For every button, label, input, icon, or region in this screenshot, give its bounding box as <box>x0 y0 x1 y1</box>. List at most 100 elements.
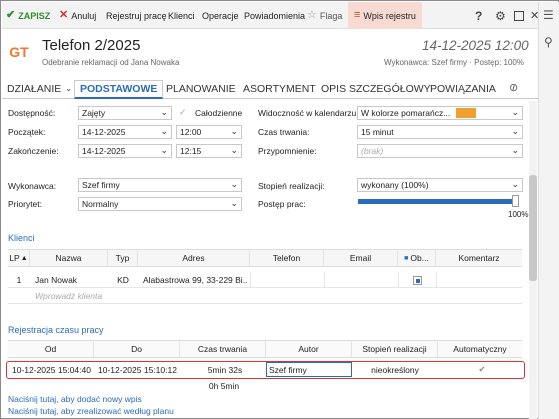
window-close-icon[interactable]: ✕ <box>530 2 539 29</box>
help-button[interactable]: ? <box>475 2 482 29</box>
client-input[interactable]: Wprowadź klienta <box>35 288 115 304</box>
reminder-label: Przypomnienie: <box>258 146 317 156</box>
pin-icon[interactable]: ⚲ <box>544 35 553 49</box>
progress-handle[interactable] <box>512 195 519 207</box>
chevron-down-icon: ⌄ <box>230 198 238 208</box>
priority-label: Priorytet: <box>8 199 43 209</box>
sort-up-icon: ▲ <box>20 254 28 262</box>
level-label: Stopień realizacji: <box>258 181 325 191</box>
start-label: Początek: <box>8 127 46 137</box>
end-time-select[interactable]: 12:15 ⌄ <box>176 144 242 158</box>
col-to[interactable]: Do <box>94 341 180 357</box>
operations-button[interactable]: Operacje <box>202 2 239 29</box>
page-title: Telefon 2/2025 <box>42 37 141 54</box>
col-lp[interactable]: LP ▲ <box>8 250 30 266</box>
tab-podstawowe[interactable]: PODSTAWOWE <box>74 80 164 99</box>
cell-name: Jan Nowak <box>35 275 78 285</box>
progress-fill <box>358 199 518 204</box>
chevron-down-icon: ⌄ <box>160 107 168 117</box>
reminder-select[interactable]: (brak) ⌄ <box>357 144 523 158</box>
progress-track[interactable] <box>358 199 518 204</box>
register-entry-button[interactable]: ≡ Wpis rejestru <box>348 2 422 29</box>
chevron-down-icon: ⌄ <box>160 145 168 155</box>
flag-button[interactable]: ☆ Flaga <box>307 2 342 29</box>
notifications-button[interactable]: Powiadomienia <box>244 2 305 29</box>
notes-icon[interactable]: ☰ <box>543 8 554 22</box>
color-swatch <box>456 108 476 118</box>
level-select[interactable]: wykonany (100%) ⌄ <box>357 178 523 192</box>
chevron-down-icon: ⌄ <box>511 145 519 155</box>
col-ob[interactable]: ■ Ob... <box>398 250 436 266</box>
cell-lp: 1 <box>16 275 22 285</box>
page-subtitle: Odebranie reklamacji od Jana Nowaka <box>42 58 180 67</box>
end-label: Zakończenie: <box>8 146 59 156</box>
executor-label: Wykonawca: <box>8 181 57 191</box>
priority-select[interactable]: Normalny ⌄ <box>78 197 242 211</box>
chevron-down-icon: ⌄ <box>230 145 238 155</box>
client-input-row[interactable]: Wprowadź klienta <box>8 288 522 304</box>
worklog-total: 0h 5min <box>208 381 240 391</box>
scrollbar[interactable] <box>529 101 537 419</box>
col-email[interactable]: Email <box>324 250 398 266</box>
tab-actions-dropdown[interactable]: DZIAŁANIE ⌄ <box>7 80 72 97</box>
menu-icon: ≡ <box>354 9 361 21</box>
register-work-button[interactable]: Rejestruj pracę <box>106 2 167 29</box>
cell-comment <box>436 272 522 288</box>
end-date-select[interactable]: 14-12-2025 ⌄ <box>78 144 172 158</box>
avatar: GT <box>9 44 29 60</box>
square-icon: ■ <box>404 254 409 262</box>
col-phone[interactable]: Telefon <box>250 250 324 266</box>
cell-level: nieokreślony <box>371 364 419 375</box>
tab-powiazania[interactable]: POWIĄZANIA <box>430 80 496 97</box>
cell-to: 10-12-2025 15:10:12 <box>98 364 177 375</box>
chevron-down-icon: ⌄ <box>65 84 72 93</box>
col-address[interactable]: Adres <box>138 250 250 266</box>
executor-select[interactable]: Szef firmy ⌄ <box>78 178 242 192</box>
checkbox-icon <box>413 275 422 285</box>
header-date: 14-12-2025 12:00 <box>422 38 529 53</box>
star-icon: ☆ <box>307 9 317 21</box>
close-icon: ✕ <box>59 9 69 21</box>
col-from[interactable]: Od <box>8 341 94 357</box>
chevron-down-icon: ⌄ <box>160 126 168 136</box>
scrollbar-thumb[interactable] <box>529 175 537 281</box>
calendar-visibility-select[interactable]: W kolorze pomarańcz... ⌄ <box>357 106 523 120</box>
col-author[interactable]: Autor <box>266 341 352 357</box>
table-row-selected[interactable]: 10-12-2025 15:04:40 10-12-2025 15:10:12 … <box>6 361 525 379</box>
worklog-section-title: Rejestracja czasu pracy <box>8 325 104 335</box>
progress-label: Postęp prac: <box>258 199 306 209</box>
col-type[interactable]: Typ <box>108 250 138 266</box>
plan-entry-link[interactable]: Naciśnij tutaj, aby zrealizować według p… <box>8 406 174 416</box>
col-duration[interactable]: Czas trwania <box>180 341 266 357</box>
clients-section-title: Klienci <box>8 233 35 243</box>
settings-gear-icon[interactable]: ⚙ <box>495 2 506 29</box>
cell-phone <box>250 272 324 288</box>
check-icon: ✔ <box>6 9 16 21</box>
table-row[interactable]: 1 Jan Nowak KD Alabastrowa 99, 33-229 Bi… <box>8 272 522 288</box>
start-time-select[interactable]: 12:00 ⌄ <box>176 125 242 139</box>
allday-label: Całodzienne <box>195 108 243 118</box>
start-date-select[interactable]: 14-12-2025 ⌄ <box>78 125 172 139</box>
tab-planowanie[interactable]: PLANOWANIE <box>166 80 236 97</box>
allday-checkbox[interactable]: ✓ <box>179 107 187 118</box>
col-auto[interactable]: Automatyczny <box>438 341 522 357</box>
col-name[interactable]: Nazwa <box>30 250 108 266</box>
add-entry-link[interactable]: Naciśnij tutaj, aby dodać nowy wpis <box>8 394 142 404</box>
clients-button[interactable]: Klienci <box>168 2 195 29</box>
cell-duration: 5min 32s <box>207 364 243 375</box>
chevron-down-icon: ⌄ <box>511 126 519 136</box>
col-level[interactable]: Stopień realizacji <box>352 341 438 357</box>
chevron-down-icon: ⌄ <box>230 126 238 136</box>
tab-opis-szczegolowy[interactable]: OPIS SZCZEGÓŁOWY <box>321 80 431 97</box>
clients-header-row: LP ▲ Nazwa Typ Adres Telefon Email ■ Ob...… <box>8 249 522 267</box>
tab-asortyment[interactable]: ASORTYMENT <box>243 80 316 97</box>
col-comment[interactable]: Komentarz <box>436 250 522 266</box>
maximize-icon[interactable] <box>514 2 524 29</box>
cell-ob[interactable] <box>398 272 436 288</box>
save-button[interactable]: ✔ ZAPISZ <box>6 2 50 29</box>
cancel-button[interactable]: ✕ Anuluj <box>59 2 96 29</box>
duration-select[interactable]: 15 minut ⌄ <box>357 125 523 139</box>
availability-select[interactable]: Zajęty ⌄ <box>78 106 172 120</box>
cell-author[interactable]: Szef firmy <box>266 362 352 377</box>
progress-value: 100% <box>508 210 529 219</box>
